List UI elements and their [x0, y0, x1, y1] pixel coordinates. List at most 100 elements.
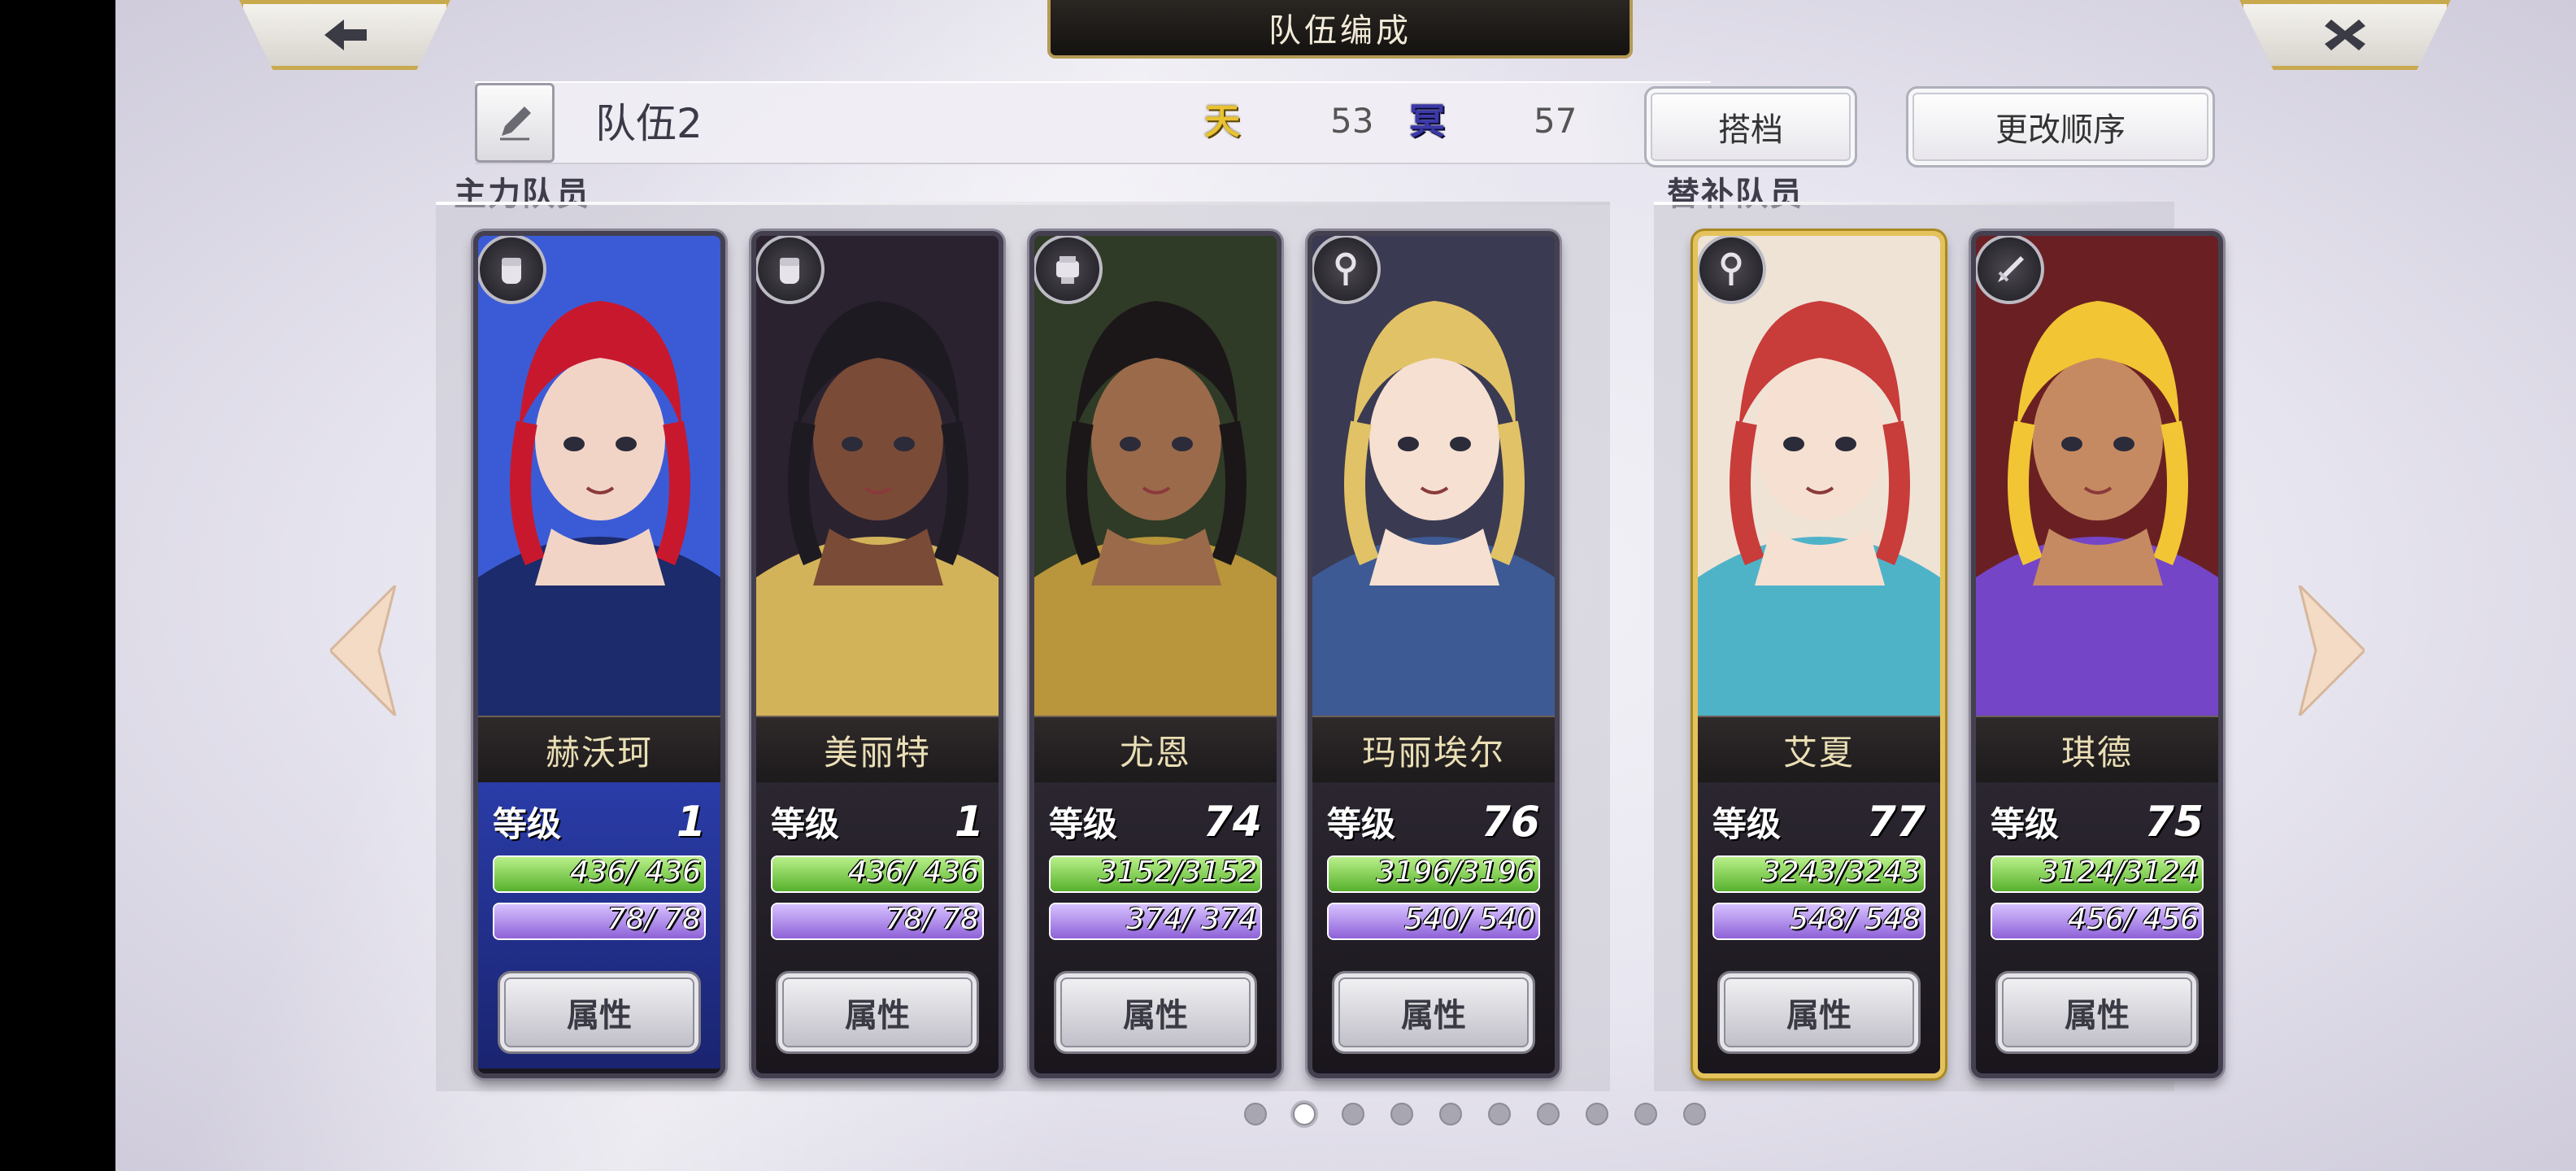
page-indicator	[1244, 1103, 1706, 1125]
mp-value: 456/ 456	[2068, 903, 2199, 936]
character-portrait	[1698, 236, 1940, 716]
page-dot[interactable]	[1244, 1103, 1267, 1125]
hp-bar: 3124/3124	[1991, 855, 2204, 893]
character-portrait	[756, 236, 999, 716]
underworld-stat-value: 57	[1534, 101, 1577, 141]
hp-value: 436/ 436	[570, 855, 701, 889]
character-name: 美丽特	[756, 716, 999, 784]
level-row: 等级 75	[1991, 797, 2204, 847]
level-row: 等级 77	[1712, 797, 1925, 847]
character-stats: 等级 75 3124/3124 456/ 456 属性	[1976, 782, 2218, 1069]
chevron-right-icon	[2297, 581, 2367, 720]
next-page-arrow[interactable]	[2291, 581, 2367, 720]
staff-icon	[1312, 236, 1381, 304]
attributes-button[interactable]: 属性	[1995, 971, 2199, 1054]
hp-value: 3196/3196	[1376, 855, 1535, 889]
level-row: 等级 74	[1049, 797, 1262, 847]
level-label: 等级	[1712, 804, 1782, 844]
level-row: 等级 76	[1327, 797, 1540, 847]
level-value: 76	[1481, 798, 1540, 847]
page-dot[interactable]	[1537, 1103, 1560, 1125]
mp-bar: 456/ 456	[1991, 903, 2204, 940]
character-name: 琪德	[1976, 716, 2218, 784]
character-portrait	[1976, 236, 2218, 716]
close-button[interactable]	[2239, 0, 2451, 70]
level-label: 等级	[771, 804, 840, 844]
mp-bar: 78/ 78	[771, 903, 984, 940]
character-stats: 等级 76 3196/3196 540/ 540 属性	[1312, 782, 1555, 1069]
page-dot[interactable]	[1439, 1103, 1462, 1125]
character-card[interactable]: 尤恩 等级 74 3152/3152 374/ 374 属性	[1029, 231, 1281, 1078]
rename-team-button[interactable]	[475, 83, 555, 163]
level-label: 等级	[1991, 804, 2060, 844]
level-row: 等级 1	[771, 797, 984, 847]
back-button[interactable]	[239, 0, 450, 70]
character-card[interactable]: 赫沃珂 等级 1 436/ 436 78/ 78 属性	[473, 231, 725, 1078]
level-label: 等级	[1049, 804, 1118, 844]
character-name: 尤恩	[1034, 716, 1277, 784]
back-arrow-icon	[324, 20, 367, 50]
page-dot[interactable]	[1488, 1103, 1511, 1125]
prev-page-arrow[interactable]	[328, 581, 403, 720]
mp-value: 78/ 78	[885, 903, 979, 936]
hp-bar: 436/ 436	[771, 855, 984, 893]
character-stats: 等级 74 3152/3152 374/ 374 属性	[1034, 782, 1277, 1069]
level-value: 75	[2144, 798, 2204, 847]
page-dot[interactable]	[1342, 1103, 1364, 1125]
character-portrait	[1034, 236, 1277, 716]
gauntlet-icon	[1034, 236, 1103, 304]
mp-bar: 374/ 374	[1049, 903, 1262, 940]
mp-value: 548/ 548	[1790, 903, 1921, 936]
character-card[interactable]: 艾夏 等级 77 3243/3243 548/ 548 属性	[1693, 231, 1945, 1078]
character-name: 艾夏	[1698, 716, 1940, 784]
attributes-button[interactable]: 属性	[776, 971, 979, 1054]
character-name: 玛丽埃尔	[1312, 716, 1555, 784]
hp-value: 436/ 436	[848, 855, 979, 889]
attributes-button[interactable]: 属性	[1054, 971, 1257, 1054]
character-portrait	[1312, 236, 1555, 716]
character-stats: 等级 77 3243/3243 548/ 548 属性	[1698, 782, 1940, 1069]
underworld-stat-icon: 冥	[1409, 101, 1445, 142]
team-formation-screen: 队伍编成 队伍2 天 53 冥 57 搭档 更改顺序 主力队员 替补队员 赫沃珂…	[115, 0, 2576, 1171]
reorder-button[interactable]: 更改顺序	[1906, 86, 2215, 168]
mp-value: 540/ 540	[1404, 903, 1535, 936]
character-portrait	[478, 236, 720, 716]
chevron-left-icon	[328, 581, 398, 720]
hp-bar: 3152/3152	[1049, 855, 1262, 893]
page-title: 队伍编成	[1047, 0, 1633, 59]
page-dot[interactable]	[1390, 1103, 1413, 1125]
character-name: 赫沃珂	[478, 716, 720, 784]
mp-value: 78/ 78	[607, 903, 701, 936]
fist-icon	[478, 236, 546, 304]
pen-icon	[500, 107, 531, 141]
mp-bar: 548/ 548	[1712, 903, 1925, 940]
character-card[interactable]: 玛丽埃尔 等级 76 3196/3196 540/ 540 属性	[1308, 231, 1560, 1078]
mp-bar: 78/ 78	[493, 903, 706, 940]
page-dot[interactable]	[1293, 1103, 1316, 1125]
staff-icon	[1698, 236, 1766, 304]
hp-bar: 436/ 436	[493, 855, 706, 893]
hp-value: 3124/3124	[2039, 855, 2199, 889]
character-card[interactable]: 美丽特 等级 1 436/ 436 78/ 78 属性	[751, 231, 1003, 1078]
attributes-button[interactable]: 属性	[498, 971, 701, 1054]
level-label: 等级	[1327, 804, 1396, 844]
close-icon	[2325, 20, 2365, 50]
team-name: 队伍2	[595, 100, 703, 147]
level-label: 等级	[493, 804, 562, 844]
page-dot[interactable]	[1586, 1103, 1608, 1125]
attributes-button[interactable]: 属性	[1717, 971, 1921, 1054]
hp-bar: 3196/3196	[1327, 855, 1540, 893]
page-dot[interactable]	[1634, 1103, 1657, 1125]
character-stats: 等级 1 436/ 436 78/ 78 属性	[756, 782, 999, 1069]
hp-value: 3152/3152	[1098, 855, 1257, 889]
attributes-button[interactable]: 属性	[1332, 971, 1535, 1054]
heaven-stat-icon: 天	[1204, 101, 1240, 142]
mp-value: 374/ 374	[1126, 903, 1257, 936]
page-dot[interactable]	[1683, 1103, 1706, 1125]
heaven-stat-value: 53	[1330, 101, 1374, 141]
character-card[interactable]: 琪德 等级 75 3124/3124 456/ 456 属性	[1971, 231, 2223, 1078]
character-stats: 等级 1 436/ 436 78/ 78 属性	[478, 782, 720, 1069]
mp-bar: 540/ 540	[1327, 903, 1540, 940]
level-value: 77	[1866, 798, 1925, 847]
partner-button[interactable]: 搭档	[1644, 86, 1857, 168]
